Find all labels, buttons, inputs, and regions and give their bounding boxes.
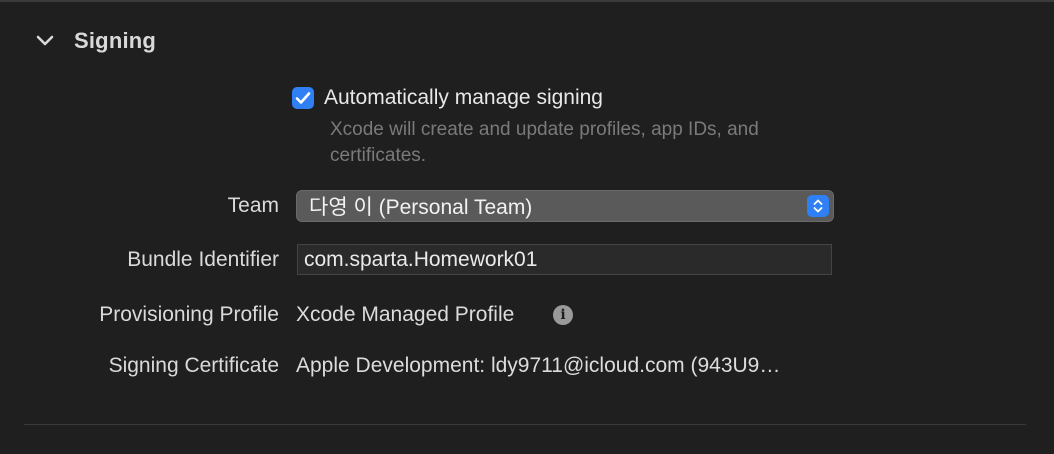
provisioning-profile-label: Provisioning Profile <box>99 303 279 326</box>
top-divider <box>0 0 1054 2</box>
auto-manage-row[interactable]: Automatically manage signing <box>292 86 603 110</box>
bottom-divider <box>24 424 1026 425</box>
provisioning-profile-value: Xcode Managed Profile <box>296 303 515 326</box>
bundle-identifier-label: Bundle Identifier <box>127 248 279 271</box>
signing-certificate-label: Signing Certificate <box>108 354 279 377</box>
section-title: Signing <box>74 28 157 53</box>
bundle-identifier-field[interactable] <box>297 244 832 275</box>
team-popup-button[interactable]: 다영 이 (Personal Team) <box>296 190 834 222</box>
signing-panel: Signing Automatically manage signing Xco… <box>0 0 1054 454</box>
signing-section-header[interactable]: Signing <box>34 26 156 56</box>
checkmark-icon <box>295 92 311 104</box>
auto-manage-description: Xcode will create and update profiles, a… <box>330 119 759 166</box>
team-selected-value: 다영 이 (Personal Team) <box>309 196 533 219</box>
team-label: Team <box>227 194 279 217</box>
auto-manage-label[interactable]: Automatically manage signing <box>324 86 603 110</box>
signing-certificate-value: Apple Development: ldy9711@icloud.com (9… <box>296 354 781 377</box>
auto-manage-checkbox[interactable] <box>292 87 314 109</box>
info-icon[interactable]: i <box>553 305 573 325</box>
chevron-down-icon[interactable] <box>34 30 56 52</box>
up-down-chevron-icon[interactable] <box>807 195 829 217</box>
